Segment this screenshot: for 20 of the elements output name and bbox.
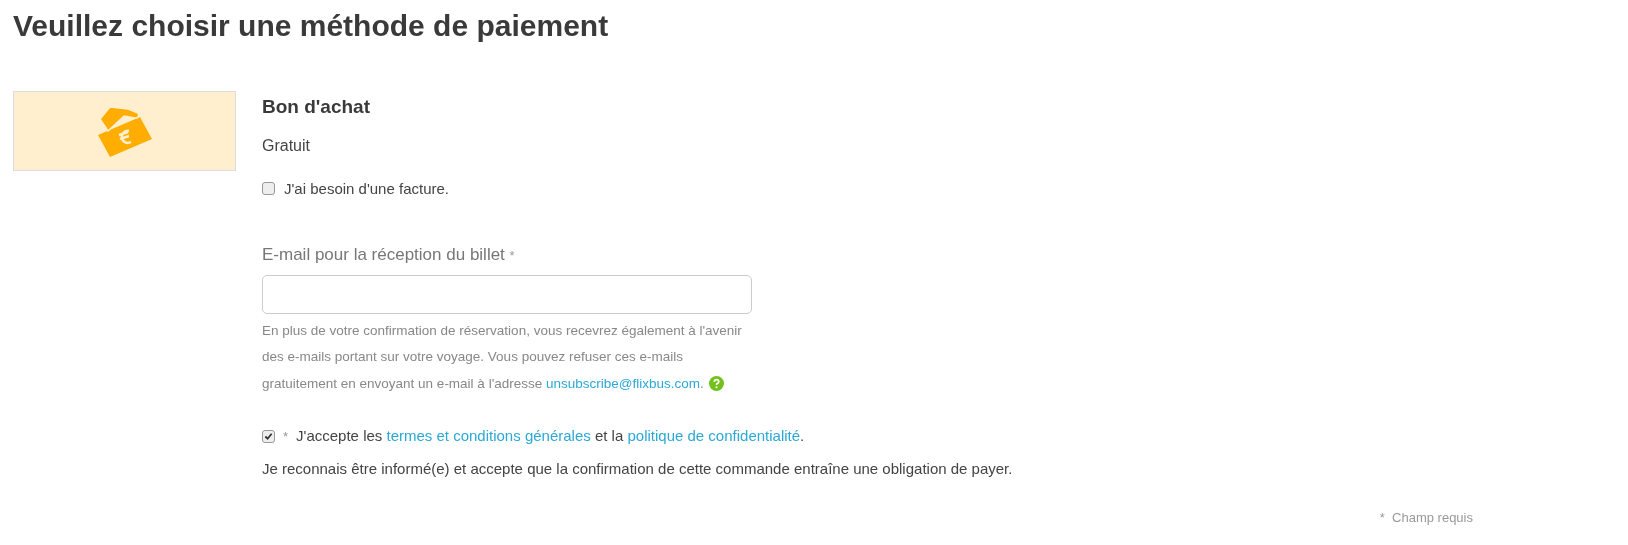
email-link[interactable]: unsubscribe@flixbus.com — [546, 375, 701, 391]
required-asterisk: * — [509, 248, 515, 263]
help-icon[interactable] — [708, 376, 724, 392]
terms-link[interactable]: politique de confidentialité — [627, 427, 801, 444]
required-field-note: * Champ requis — [1379, 509, 1473, 527]
terms-link[interactable]: termes et conditions générales — [386, 427, 591, 444]
email-help-text: En plus de votre confirmation de réservation, vous recevrez également à l'avenir des e-mails portant sur votre voyage. Vous pouvez refuser ces e-mails gratuitement en envoyant un e-mail à l'adresse unsubscribe@flixbus.com. — [262, 321, 743, 394]
email-input[interactable] — [262, 274, 752, 314]
terms-text: J'accepte les termes et conditions générales et la politique de confidentialité. — [296, 426, 805, 446]
payment-method-name: Bon d'achat — [262, 95, 371, 119]
invoice-label: J'ai besoin d'une facture. — [284, 178, 449, 199]
price-label: Gratuit — [262, 135, 311, 156]
payment-obligation-notice: Je reconnais être informé(e) et accepte que la confirmation de cette commande entraîne une obligation de payer. — [262, 458, 1013, 479]
email-label: E-mail pour la réception du billet — [262, 245, 505, 264]
payment-method-card[interactable] — [13, 91, 236, 171]
invoice-checkbox[interactable] — [262, 182, 275, 196]
page-title: Veuillez choisir une méthode de paiement — [13, 8, 609, 44]
terms-checkbox[interactable] — [262, 429, 275, 443]
required-asterisk: * — [283, 427, 289, 446]
voucher-icon — [95, 105, 154, 157]
